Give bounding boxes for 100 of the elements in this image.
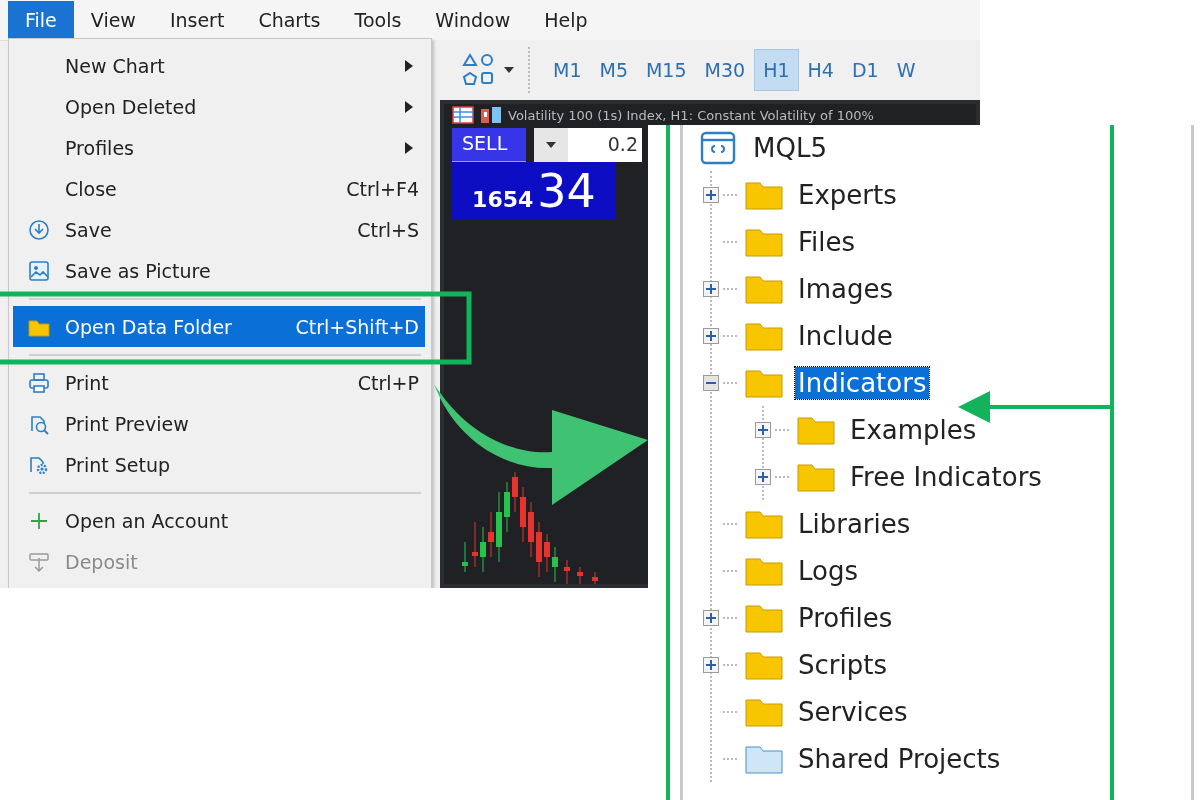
- menu-item-label: Close: [64, 177, 118, 200]
- folder-icon: [745, 273, 783, 304]
- picture-icon: [28, 259, 50, 282]
- price-text: 1654: [472, 187, 534, 214]
- timeframe-button[interactable]: D1: [842, 49, 888, 91]
- chart-window-icon: [480, 106, 502, 124]
- save-icon: [28, 218, 50, 241]
- code-window-icon: [700, 131, 736, 165]
- folder-icon: [745, 508, 783, 539]
- timeframe-button[interactable]: M1: [544, 49, 591, 91]
- tree-item[interactable]: Experts: [795, 178, 900, 211]
- tree-item[interactable]: Free Indicators: [847, 460, 1045, 493]
- caret-icon: [546, 142, 556, 148]
- sell-price-button[interactable]: 1654 34: [452, 162, 616, 220]
- timeframe-button[interactable]: M30: [695, 49, 755, 91]
- menu-item[interactable]: Print Ctrl+P: [13, 362, 425, 403]
- candle: [564, 559, 570, 584]
- chart-title: Volatility 100 (1s) Index, H1: Constant Volatility of 100%: [508, 107, 874, 123]
- lot-dropdown-button[interactable]: [534, 128, 568, 162]
- candle: [552, 546, 558, 583]
- tree-item[interactable]: Files: [795, 225, 859, 258]
- tree-item[interactable]: Include: [795, 319, 896, 352]
- menu-bar-item[interactable]: Insert: [152, 1, 242, 39]
- folder-icon: [745, 226, 783, 257]
- table-icon: [452, 106, 474, 124]
- candle: [488, 511, 494, 558]
- shortcut-label: Ctrl+F4: [346, 177, 420, 200]
- menu-item-label: Print Setup: [64, 453, 172, 476]
- timeframe-button[interactable]: M15: [636, 49, 696, 91]
- menu-item[interactable]: Print Setup: [13, 444, 425, 485]
- tree-item[interactable]: Images: [795, 272, 896, 305]
- timeframe-button[interactable]: W: [887, 49, 925, 91]
- folder-icon: [745, 696, 783, 727]
- folder-icon: [745, 179, 783, 210]
- tree-item[interactable]: Logs: [795, 554, 861, 587]
- tree-item[interactable]: Libraries: [795, 507, 914, 540]
- menu-item[interactable]: Save as Picture: [13, 250, 425, 291]
- folder-icon: [745, 602, 783, 633]
- menu-item-label: Save as Picture: [64, 259, 212, 282]
- deposit-icon: [28, 550, 50, 573]
- candle: [496, 491, 502, 563]
- menu-item[interactable]: Close Ctrl+F4: [13, 168, 425, 209]
- candle: [577, 566, 583, 584]
- caret-icon: [504, 67, 514, 73]
- menu-item[interactable]: New Chart: [13, 45, 425, 86]
- tree-item[interactable]: Shared Projects: [795, 742, 1004, 775]
- menu-bar-item[interactable]: Tools: [337, 1, 419, 39]
- shared-folder-icon: [745, 743, 783, 774]
- menu-item-label: New Chart: [64, 54, 166, 77]
- sell-button[interactable]: SELL: [452, 128, 526, 162]
- menu-item-label: Print: [64, 371, 110, 394]
- candle: [504, 481, 510, 533]
- candle: [544, 533, 550, 573]
- timeframe-button[interactable]: H4: [798, 49, 843, 91]
- tree-item[interactable]: Services: [795, 695, 911, 728]
- menu-bar-item[interactable]: Charts: [241, 1, 338, 39]
- candle: [592, 571, 598, 584]
- menu-bar-item[interactable]: File: [8, 1, 74, 39]
- timeframe-button[interactable]: M5: [590, 49, 637, 91]
- tree-item[interactable]: Profiles: [795, 601, 896, 634]
- menu-item[interactable]: Open Deleted: [13, 86, 425, 127]
- menu-item[interactable]: Save Ctrl+S: [13, 209, 425, 250]
- candle: [536, 521, 542, 578]
- menu-item-label: Open an Account: [64, 509, 230, 532]
- submenu-arrow-icon: [405, 59, 413, 72]
- folder-icon: [745, 320, 783, 351]
- menu-bar-item[interactable]: Window: [418, 1, 528, 39]
- menu-bar-item[interactable]: Help: [527, 1, 605, 39]
- menu-item-label: Save: [64, 218, 113, 241]
- tree-item[interactable]: MQL5: [750, 132, 830, 164]
- shapes-icon: [462, 53, 496, 87]
- folder-icon: [745, 367, 783, 398]
- menu-item-label: Deposit: [64, 550, 139, 573]
- menu-item[interactable]: Profiles: [13, 127, 425, 168]
- candle: [528, 501, 534, 558]
- printer-icon: [28, 371, 50, 394]
- candle: [462, 541, 468, 573]
- shortcut-label: Ctrl+P: [357, 371, 420, 394]
- tree-item[interactable]: Scripts: [795, 648, 890, 681]
- candle: [480, 526, 486, 573]
- shortcut-label: Ctrl+S: [357, 218, 420, 241]
- menu-item[interactable]: Open Data Folder Ctrl+Shift+D: [13, 306, 425, 347]
- tree-item[interactable]: Indicators: [795, 366, 930, 399]
- folder-icon: [745, 555, 783, 586]
- menu-item-label: Profiles: [64, 136, 135, 159]
- candle: [472, 521, 478, 568]
- submenu-arrow-icon: [405, 141, 413, 154]
- folder-icon: [745, 649, 783, 680]
- lot-input-field[interactable]: 0.2: [568, 128, 642, 162]
- menu-bar-item[interactable]: View: [73, 1, 153, 39]
- submenu-arrow-icon: [405, 100, 413, 113]
- tree-item[interactable]: Examples: [847, 413, 980, 446]
- price-text: 34: [537, 166, 596, 216]
- menu-item[interactable]: Open an Account: [13, 500, 425, 541]
- menu-item-label: Print Preview: [64, 412, 190, 435]
- menu-item[interactable]: Print Preview: [13, 403, 425, 444]
- shortcut-label: Ctrl+Shift+D: [295, 315, 420, 338]
- timeframe-button[interactable]: H1: [754, 49, 799, 91]
- folder-icon: [797, 461, 835, 492]
- menu-item-label: Open Data Folder: [64, 315, 233, 338]
